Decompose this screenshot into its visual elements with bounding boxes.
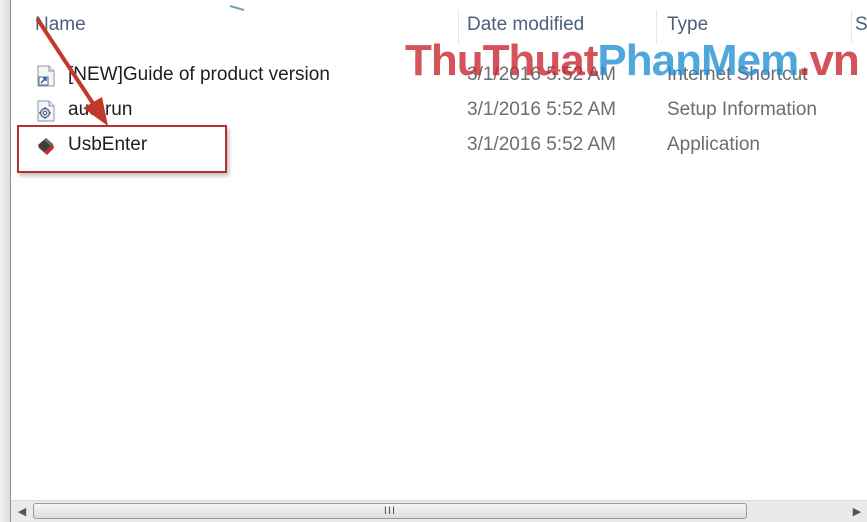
annotation-arrow-icon <box>36 5 245 126</box>
